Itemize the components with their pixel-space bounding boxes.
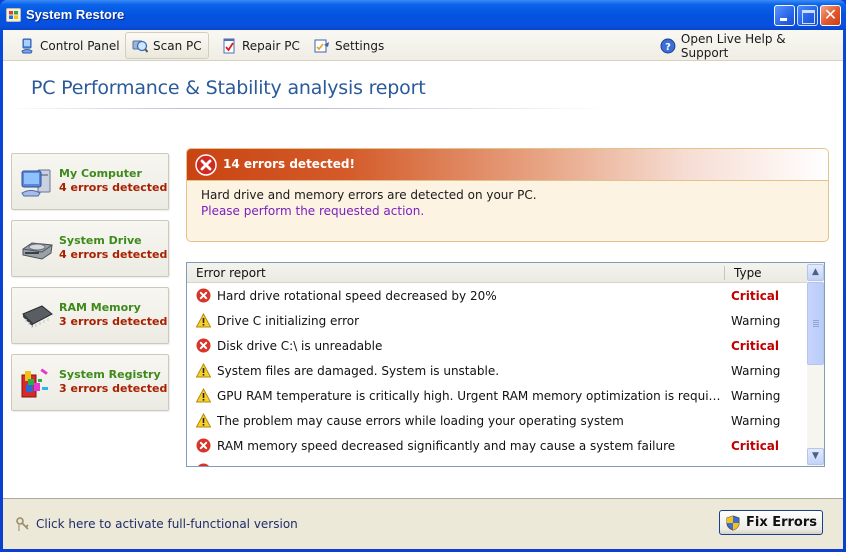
error-row[interactable]: Hard drive rotational speed decreased by…	[187, 284, 807, 309]
toolbar: Control Panel Scan PC Repair PC Settings…	[3, 30, 843, 61]
category-system-drive[interactable]: System Drive 4 errors detected	[11, 220, 169, 277]
scroll-up-button[interactable]: ▲	[807, 264, 824, 281]
app-icon	[6, 8, 21, 22]
title-divider	[9, 108, 609, 109]
shield-icon	[726, 514, 740, 531]
repair-pc-icon	[223, 38, 235, 53]
minimize-button[interactable]	[774, 5, 795, 26]
title-bar[interactable]: System Restore ✕	[0, 0, 846, 30]
toolbar-settings[interactable]: Settings	[307, 32, 391, 59]
scroll-down-button[interactable]: ▼	[807, 448, 824, 465]
error-row[interactable]: GPU RAM temperature is critically high. …	[187, 384, 807, 409]
help-support-link[interactable]: ? Open Live Help & Support	[653, 31, 843, 60]
settings-icon	[314, 39, 329, 52]
footer-bar: Click here to activate full-functional v…	[3, 498, 843, 549]
page-title: PC Performance & Stability analysis repo…	[31, 77, 426, 99]
error-description: Disk drive C:\ is unreadable	[217, 339, 383, 353]
toolbar-repair-pc-label: Repair PC	[242, 38, 300, 53]
fix-errors-button[interactable]: Fix Errors	[719, 510, 823, 535]
alert-panel: 14 errors detected! Hard drive and memor…	[186, 148, 829, 242]
error-type: Critical	[731, 439, 780, 453]
hard-drive-icon	[22, 242, 53, 260]
app-window: System Restore ✕ Control Panel Scan PC R…	[0, 0, 846, 552]
control-panel-icon	[21, 38, 33, 53]
category-error-count: 3 errors detected	[59, 315, 168, 328]
scroll-thumb[interactable]	[807, 282, 824, 365]
category-name: My Computer	[59, 167, 142, 180]
help-icon: ?	[660, 38, 676, 53]
category-name: System Registry	[59, 368, 161, 381]
computer-icon	[21, 169, 51, 197]
error-description: RAM memory speed decreased significantly…	[217, 439, 676, 453]
critical-error-icon	[196, 288, 211, 303]
category-my-computer[interactable]: My Computer 4 errors detected	[11, 153, 169, 210]
client-area: Control Panel Scan PC Repair PC Settings…	[3, 30, 843, 549]
error-row[interactable]	[187, 459, 807, 466]
error-description: System files are damaged. System is unst…	[217, 364, 500, 378]
error-description: GPU RAM temperature is critically high. …	[217, 389, 722, 403]
activate-link[interactable]: Click here to activate full-functional v…	[15, 516, 298, 532]
error-type: Warning	[731, 389, 781, 403]
error-description: Hard drive rotational speed decreased by…	[217, 289, 497, 303]
error-type: Warning	[731, 364, 781, 378]
fix-errors-label: Fix Errors	[745, 515, 818, 530]
category-error-count: 3 errors detected	[59, 382, 168, 395]
column-separator[interactable]	[724, 266, 725, 280]
critical-error-icon	[196, 463, 211, 466]
error-type: Critical	[731, 289, 780, 303]
error-row[interactable]: RAM memory speed decreased significantly…	[187, 434, 807, 459]
toolbar-control-panel[interactable]: Control Panel	[12, 32, 127, 59]
category-error-count: 4 errors detected	[59, 248, 168, 261]
error-row[interactable]: Disk drive C:\ is unreadable Critical	[187, 334, 807, 359]
alert-action-text: Please perform the requested action.	[201, 204, 425, 218]
warning-icon	[195, 412, 212, 428]
svg-text:?: ?	[665, 41, 671, 52]
alert-header: 14 errors detected!	[187, 149, 828, 181]
toolbar-settings-label: Settings	[335, 38, 385, 53]
keys-icon	[16, 517, 29, 531]
alert-title: 14 errors detected!	[223, 157, 355, 171]
scan-pc-icon	[132, 40, 148, 53]
toolbar-scan-pc[interactable]: Scan PC	[125, 32, 209, 59]
category-ram-memory[interactable]: RAM Memory 3 errors detected	[11, 287, 169, 344]
maximize-button[interactable]	[797, 5, 818, 26]
error-row[interactable]: System files are damaged. System is unst…	[187, 359, 807, 384]
error-icon	[195, 154, 217, 176]
close-button[interactable]: ✕	[820, 5, 841, 26]
error-report-list: Error report Type Hard drive rotational …	[186, 262, 825, 467]
registry-icon	[21, 368, 48, 398]
toolbar-control-panel-label: Control Panel	[40, 38, 120, 53]
column-header-type[interactable]: Type	[734, 266, 762, 280]
category-name: System Drive	[59, 234, 142, 247]
warning-icon	[195, 312, 212, 328]
list-header: Error report Type	[187, 263, 807, 283]
close-icon: ✕	[823, 5, 838, 24]
critical-error-icon	[196, 338, 211, 353]
error-type: Critical	[731, 339, 780, 353]
activate-label: Click here to activate full-functional v…	[36, 517, 298, 531]
warning-icon	[195, 387, 212, 403]
warning-icon	[195, 362, 212, 378]
ram-chip-icon	[22, 305, 53, 328]
error-type: Warning	[731, 414, 781, 428]
help-support-label: Open Live Help & Support	[680, 31, 786, 60]
error-row[interactable]: The problem may cause errors while loadi…	[187, 409, 807, 434]
toolbar-repair-pc[interactable]: Repair PC	[214, 32, 307, 59]
category-error-count: 4 errors detected	[59, 181, 168, 194]
critical-error-icon	[196, 438, 211, 453]
column-header-error-report[interactable]: Error report	[196, 266, 266, 280]
alert-message: Hard drive and memory errors are detecte…	[201, 188, 537, 202]
window-title: System Restore	[26, 7, 125, 22]
toolbar-scan-pc-label: Scan PC	[153, 38, 202, 53]
error-description: Drive C initializing error	[217, 314, 360, 328]
category-system-registry[interactable]: System Registry 3 errors detected	[11, 354, 169, 411]
category-name: RAM Memory	[59, 301, 141, 314]
error-type: Warning	[731, 314, 781, 328]
vertical-scrollbar[interactable]: ▲ ▼	[807, 263, 824, 466]
error-description: The problem may cause errors while loadi…	[217, 414, 624, 428]
error-row[interactable]: Drive C initializing error Warning	[187, 309, 807, 334]
